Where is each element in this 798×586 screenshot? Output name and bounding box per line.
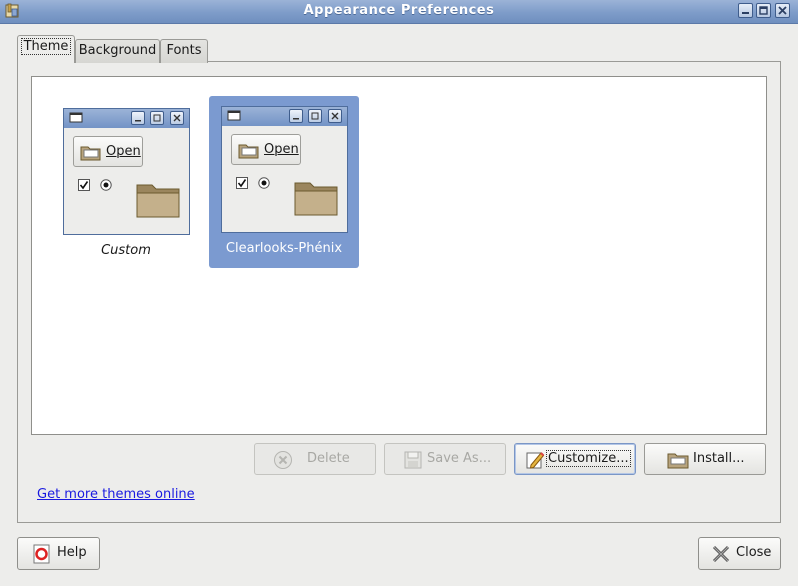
close-icon — [778, 6, 787, 15]
save-as-button[interactable]: Save As... — [384, 443, 506, 475]
delete-label: Delete — [307, 451, 350, 466]
delete-icon — [274, 451, 292, 469]
get-more-themes-link[interactable]: Get more themes online — [37, 487, 195, 502]
tab-fonts[interactable]: Fonts — [160, 39, 208, 63]
theme-preview: Open — [221, 106, 348, 233]
window-title: Appearance Preferences — [303, 3, 495, 18]
folder-open-icon — [238, 144, 259, 159]
tab-fonts-label: Fonts — [166, 43, 202, 58]
preview-open-label: Open — [106, 144, 141, 159]
theme-name-clearlooks-phenix: Clearlooks-Phénix — [225, 241, 343, 256]
theme-item-custom[interactable]: Open Custom — [51, 98, 201, 270]
preview-titlebar — [222, 107, 347, 126]
window-titlebar[interactable]: Appearance Preferences — [0, 0, 798, 24]
close-label: Close — [736, 545, 772, 560]
minimize-button[interactable] — [738, 3, 753, 18]
checkbox-icon — [236, 177, 248, 189]
maximize-button[interactable] — [756, 3, 771, 18]
minimize-icon — [742, 12, 749, 14]
checkbox-icon — [78, 179, 90, 191]
save-as-icon — [404, 451, 422, 469]
tab-background-label: Background — [78, 43, 157, 58]
customize-label: Customize... — [546, 450, 631, 467]
radio-icon — [100, 179, 112, 191]
preview-titlebar — [64, 109, 189, 128]
help-icon — [33, 544, 50, 564]
preview-close-icon — [328, 109, 342, 123]
help-label: Help — [57, 545, 87, 560]
preview-open-button: Open — [73, 136, 143, 167]
save-as-label: Save As... — [427, 451, 492, 466]
preview-close-icon — [170, 111, 184, 125]
preview-maximize-icon — [150, 111, 164, 125]
window-icon — [227, 110, 241, 121]
preview-minimize-icon — [131, 111, 145, 125]
install-label: Install... — [693, 451, 745, 466]
folder-open-icon — [667, 453, 689, 469]
theme-preview: Open — [63, 108, 190, 235]
tab-theme[interactable]: Theme — [17, 35, 75, 63]
tab-background[interactable]: Background — [75, 39, 160, 63]
radio-icon — [258, 177, 270, 189]
folder-icon — [294, 182, 338, 216]
preview-minimize-icon — [289, 109, 303, 123]
help-button[interactable]: Help — [17, 537, 100, 570]
close-icon — [712, 545, 730, 563]
close-button[interactable]: Close — [698, 537, 781, 570]
preview-open-label: Open — [264, 142, 299, 157]
preview-open-button: Open — [231, 134, 301, 165]
install-button[interactable]: Install... — [644, 443, 766, 475]
delete-button[interactable]: Delete — [254, 443, 376, 475]
theme-list[interactable]: Open Custom Open Clearlooks-Phénix — [31, 76, 767, 435]
window-icon — [69, 112, 83, 123]
theme-name-custom: Custom — [101, 243, 151, 258]
folder-open-icon — [80, 146, 101, 161]
theme-item-clearlooks-phenix[interactable]: Open Clearlooks-Phénix — [209, 96, 359, 268]
preview-maximize-icon — [308, 109, 322, 123]
folder-icon — [136, 184, 180, 218]
edit-icon — [526, 452, 545, 469]
close-window-button[interactable] — [775, 3, 790, 18]
maximize-icon — [759, 6, 768, 15]
customize-button[interactable]: Customize... — [514, 443, 636, 475]
tab-theme-label: Theme — [20, 38, 72, 55]
